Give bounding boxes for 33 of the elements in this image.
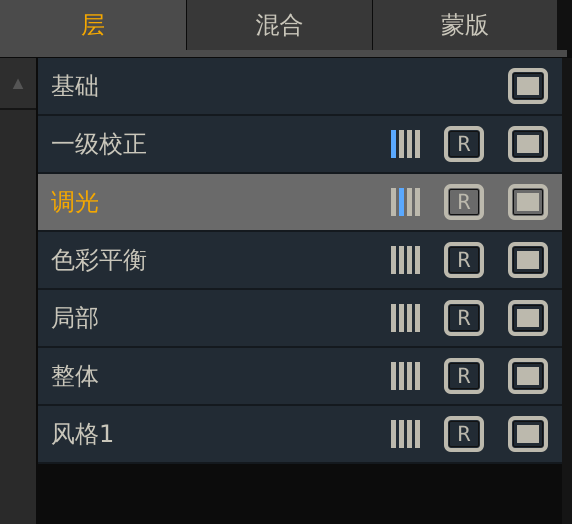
reset-button[interactable]: R — [444, 358, 484, 394]
reset-button[interactable]: R — [444, 126, 484, 162]
square-toggle-icon[interactable] — [508, 300, 548, 336]
layer-name: 调光 — [51, 187, 100, 218]
layer-name: 整体 — [51, 361, 100, 392]
square-toggle-icon[interactable] — [508, 416, 548, 452]
layer-name: 风格1 — [51, 419, 116, 450]
square-toggle-icon[interactable] — [508, 242, 548, 278]
tab[interactable]: 蒙版 — [372, 0, 557, 50]
layer-row[interactable]: 局部 R — [38, 290, 562, 348]
bars-icon[interactable] — [391, 246, 420, 274]
layer-name: 局部 — [51, 303, 100, 334]
square-toggle-icon[interactable] — [508, 358, 548, 394]
layer-name: 色彩平衡 — [51, 245, 148, 276]
layer-name: 基础 — [51, 71, 100, 102]
bars-icon[interactable] — [391, 304, 420, 332]
bars-icon[interactable] — [391, 130, 420, 158]
bars-icon[interactable] — [391, 362, 420, 390]
layer-row[interactable]: 基础 — [38, 58, 562, 116]
tab[interactable]: 层 — [0, 0, 186, 50]
reset-button[interactable]: R — [444, 300, 484, 336]
tab[interactable]: 混合 — [186, 0, 372, 50]
reset-button[interactable]: R — [444, 242, 484, 278]
layer-row[interactable]: 一级校正 R — [38, 116, 562, 174]
layer-row[interactable]: 风格1 R — [38, 406, 562, 464]
square-toggle-icon[interactable] — [508, 126, 548, 162]
square-toggle-icon[interactable] — [508, 68, 548, 104]
reset-button[interactable]: R — [444, 416, 484, 452]
bars-icon[interactable] — [391, 420, 420, 448]
layer-row[interactable]: 整体 R — [38, 348, 562, 406]
layer-name: 一级校正 — [51, 129, 148, 160]
square-toggle-icon[interactable] — [508, 184, 548, 220]
layer-row[interactable]: 色彩平衡 R — [38, 232, 562, 290]
